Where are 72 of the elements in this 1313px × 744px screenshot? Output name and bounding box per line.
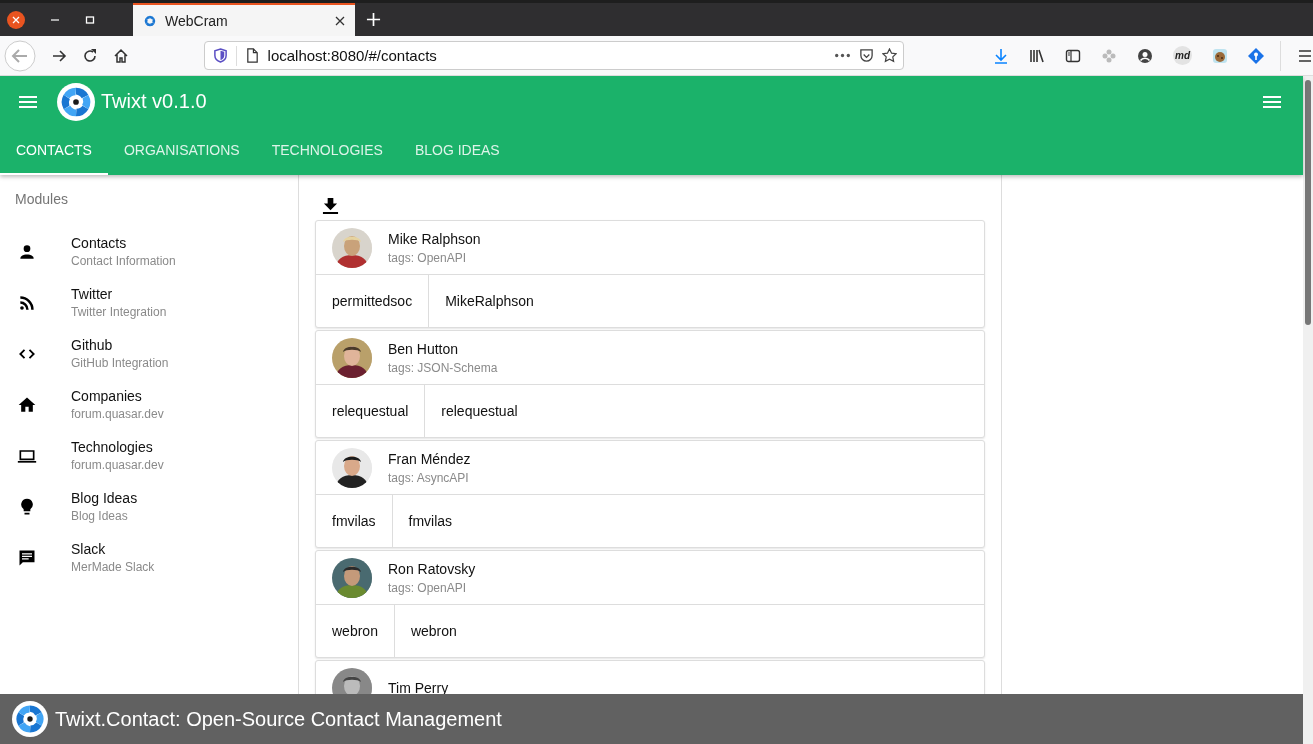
key-icon[interactable]	[1248, 47, 1264, 64]
address-bar[interactable]: localhost:8080/#/contacts	[203, 41, 904, 70]
shield-icon	[212, 48, 228, 63]
menu-icon[interactable]	[19, 95, 37, 108]
module-subtitle: forum.quasar.dev	[71, 407, 164, 421]
download-icon[interactable]	[322, 197, 339, 214]
contact-handle[interactable]: fmvilas	[316, 495, 393, 547]
module-item[interactable]: Github GitHub Integration	[0, 328, 298, 379]
module-title: Twitter	[71, 286, 114, 302]
contact-handle[interactable]: MikeRalphson	[429, 275, 550, 327]
pocket-icon[interactable]	[859, 48, 874, 63]
contact-tags: tags: JSON-Schema	[388, 360, 498, 375]
module-subtitle: forum.quasar.dev	[71, 458, 164, 472]
module-subtitle: GitHub Integration	[71, 356, 169, 370]
module-title: Companies	[71, 388, 143, 404]
contact-handle[interactable]: webron	[394, 605, 473, 657]
scrollbar[interactable]	[1303, 76, 1313, 744]
module-subtitle: MerMade Slack	[71, 560, 155, 574]
contact-tags: tags: AsyncAPI	[388, 470, 471, 485]
contact-handle[interactable]: permittedsoc	[316, 275, 430, 327]
more-icon[interactable]	[834, 53, 851, 58]
module-subtitle: Contact Information	[71, 254, 176, 268]
module-subtitle: Twitter Integration	[71, 305, 167, 319]
favicon-icon	[143, 13, 157, 28]
reload-icon[interactable]	[82, 47, 98, 64]
contact-handle[interactable]: webron	[316, 605, 395, 657]
module-subtitle: Blog Ideas	[71, 509, 129, 523]
star-icon[interactable]	[882, 48, 897, 63]
module-title: Github	[71, 337, 114, 353]
contact-handle[interactable]: fmvilas	[392, 495, 469, 547]
contact-name: Fran Méndez	[388, 450, 471, 467]
browser-tab[interactable]: WebCram	[133, 3, 355, 36]
sidebar-icon[interactable]	[1065, 47, 1081, 64]
module-title: Technologies	[71, 439, 154, 455]
extension-badge[interactable]: md	[1173, 46, 1192, 65]
logo-icon	[12, 701, 48, 737]
contact-name: Mike Ralphson	[388, 230, 481, 247]
url-text: localhost:8080/#/contacts	[267, 47, 438, 64]
contact-name: Tim Perry	[388, 679, 449, 696]
menu-icon[interactable]	[1263, 95, 1281, 108]
module-item[interactable]: Twitter Twitter Integration	[0, 277, 298, 328]
contact-tags: tags: OpenAPI	[388, 580, 476, 595]
close-icon	[12, 15, 20, 24]
module-item[interactable]: Blog Ideas Blog Ideas	[0, 481, 298, 532]
module-item[interactable]: Contacts Contact Information	[0, 226, 298, 277]
module-item[interactable]: Companies forum.quasar.dev	[0, 379, 298, 430]
contact-tags: tags: OpenAPI	[388, 250, 481, 265]
contact-name: Ben Hutton	[388, 340, 460, 357]
tab-title: WebCram	[165, 12, 229, 29]
close-button[interactable]	[7, 10, 25, 29]
module-title: Blog Ideas	[71, 490, 138, 506]
contact-name: Ron Ratovsky	[388, 560, 476, 577]
account-icon[interactable]	[1137, 47, 1153, 64]
module-item[interactable]: Slack MerMade Slack	[0, 532, 298, 583]
contact-handle[interactable]: relequestual	[316, 385, 426, 437]
logo-icon	[57, 82, 95, 121]
module-title: Slack	[71, 541, 107, 557]
module-item[interactable]: Technologies forum.quasar.dev	[0, 430, 298, 481]
section-heading: Modules	[14, 190, 69, 209]
forward-icon[interactable]	[51, 47, 67, 64]
contact-handle[interactable]: relequestual	[425, 385, 534, 437]
new-tab-icon[interactable]	[366, 12, 381, 27]
home-icon[interactable]	[113, 47, 129, 64]
close-tab-icon[interactable]	[335, 15, 345, 26]
footer-text: Twixt.Contact: Open-Source Contact Management	[55, 707, 502, 731]
cookie-icon[interactable]	[1212, 47, 1228, 64]
module-title: Contacts	[71, 235, 128, 251]
app-title: Twixt v0.1.0	[101, 90, 207, 113]
library-icon[interactable]	[1029, 47, 1045, 64]
menu-icon[interactable]	[1297, 47, 1313, 64]
page-icon	[244, 48, 260, 63]
maximize-icon[interactable]	[85, 14, 95, 25]
